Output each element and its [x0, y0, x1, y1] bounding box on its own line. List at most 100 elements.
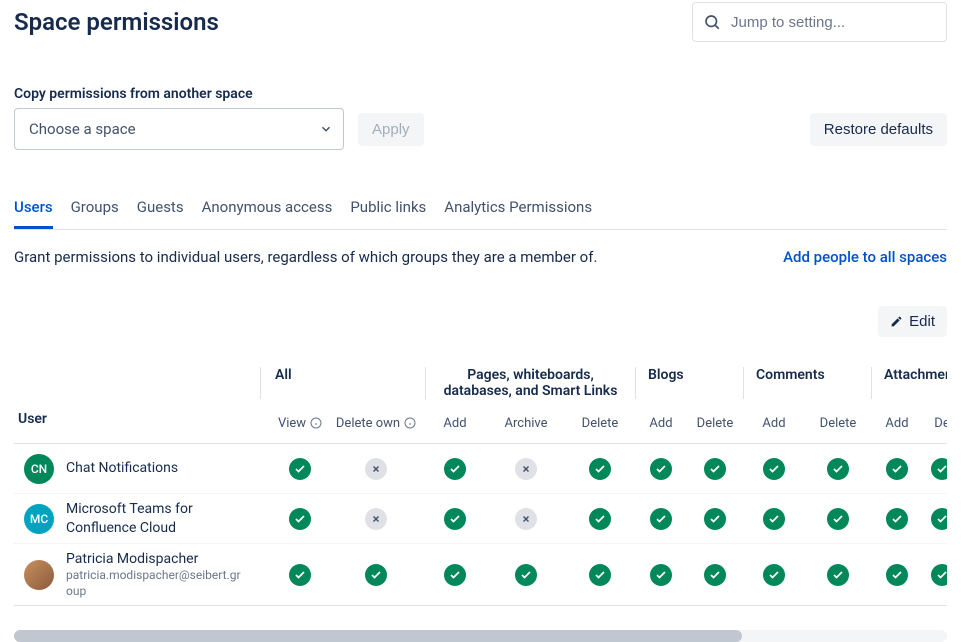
perm-cell [486, 564, 566, 586]
perm-cell [486, 508, 566, 530]
check-icon [827, 508, 849, 530]
subcol-comments-add: Add [742, 411, 806, 435]
add-people-link[interactable]: Add people to all spaces [783, 248, 947, 266]
perm-cell [328, 564, 424, 586]
perm-cell [688, 508, 742, 530]
perm-cell [742, 508, 806, 530]
check-icon [589, 508, 611, 530]
check-icon [886, 458, 908, 480]
search-box[interactable] [692, 2, 947, 42]
tab-public-links[interactable]: Public links [350, 198, 426, 229]
tab-guests[interactable]: Guests [137, 198, 184, 229]
check-icon [289, 564, 311, 586]
check-icon [589, 458, 611, 480]
check-icon [827, 564, 849, 586]
user-email: patricia.modispacher@seibert.group [66, 568, 246, 599]
page-title: Space permissions [14, 8, 219, 36]
section-description: Grant permissions to individual users, r… [14, 248, 597, 266]
check-icon [650, 564, 672, 586]
col-group-pages: Pages, whiteboards, databases, and Smart… [425, 367, 635, 399]
subcol-pages-delete: Delete [566, 411, 634, 435]
perm-cell [260, 458, 328, 480]
tabs: Users Groups Guests Anonymous access Pub… [14, 198, 947, 230]
table-row: MCMicrosoft Teams for Confluence Cloud [14, 494, 947, 544]
col-group-all: All [260, 367, 425, 399]
search-input[interactable] [731, 14, 936, 31]
perm-cell [328, 508, 424, 530]
perm-cell [688, 458, 742, 480]
avatar [24, 560, 54, 590]
edit-button-label: Edit [909, 313, 935, 330]
copy-field-label: Copy permissions from another space [14, 86, 947, 102]
horizontal-scrollbar[interactable] [14, 630, 947, 642]
perm-cell [634, 564, 688, 586]
check-icon [827, 458, 849, 480]
perm-cell [328, 458, 424, 480]
edit-button[interactable]: Edit [878, 306, 947, 337]
check-icon [289, 458, 311, 480]
perm-cell [424, 564, 486, 586]
tab-analytics[interactable]: Analytics Permissions [444, 198, 592, 229]
cross-icon [365, 458, 387, 480]
perm-cell [924, 458, 947, 480]
tab-users[interactable]: Users [14, 198, 53, 229]
user-name: Chat Notifications [66, 459, 246, 477]
user-cell: Patricia Modispacherpatricia.modispacher… [14, 550, 260, 599]
scrollbar-thumb[interactable] [14, 630, 742, 642]
check-icon [444, 508, 466, 530]
permissions-table: All Pages, whiteboards, databases, and S… [14, 367, 947, 606]
search-icon [703, 13, 721, 31]
info-icon [404, 417, 416, 429]
check-icon [931, 508, 947, 530]
check-icon [931, 564, 947, 586]
check-icon [886, 508, 908, 530]
table-row: CN Chat Notifications [14, 444, 947, 494]
check-icon [763, 508, 785, 530]
tab-groups[interactable]: Groups [71, 198, 119, 229]
subcol-attachments-add: Add [870, 411, 924, 435]
col-group-comments: Comments [743, 367, 871, 399]
subcol-view: View [260, 411, 328, 435]
perm-cell [924, 564, 947, 586]
check-icon [704, 508, 726, 530]
perm-cell [634, 458, 688, 480]
check-icon [763, 458, 785, 480]
check-icon [444, 564, 466, 586]
perm-cell [806, 508, 870, 530]
space-select[interactable]: Choose a space [14, 108, 344, 150]
perm-cell [688, 564, 742, 586]
perm-cell [742, 458, 806, 480]
perm-cell [634, 508, 688, 530]
check-icon [515, 564, 537, 586]
cross-icon [365, 508, 387, 530]
subcol-pages-archive: Archive [486, 411, 566, 435]
apply-button[interactable]: Apply [358, 113, 424, 146]
perm-cell [870, 508, 924, 530]
perm-cell [742, 564, 806, 586]
perm-cell [924, 508, 947, 530]
perm-cell [566, 458, 634, 480]
user-name: Microsoft Teams for Confluence Cloud [66, 500, 246, 536]
perm-cell [260, 508, 328, 530]
subcol-blogs-add: Add [634, 411, 688, 435]
subcol-attachments-delete: De [924, 411, 947, 435]
perm-cell [486, 458, 566, 480]
check-icon [931, 458, 947, 480]
check-icon [704, 458, 726, 480]
tab-anonymous[interactable]: Anonymous access [202, 198, 333, 229]
user-cell: MCMicrosoft Teams for Confluence Cloud [14, 500, 260, 536]
check-icon [650, 458, 672, 480]
col-group-blogs: Blogs [635, 367, 743, 399]
check-icon [886, 564, 908, 586]
check-icon [444, 458, 466, 480]
subcol-comments-delete: Delete [806, 411, 870, 435]
perm-cell [806, 458, 870, 480]
avatar: CN [24, 454, 54, 484]
perm-cell [260, 564, 328, 586]
restore-defaults-button[interactable]: Restore defaults [810, 113, 947, 146]
user-name: Patricia Modispacher [66, 550, 246, 568]
check-icon [650, 508, 672, 530]
space-select-placeholder: Choose a space [29, 120, 136, 138]
pencil-icon [890, 315, 903, 328]
table-row: Patricia Modispacherpatricia.modispacher… [14, 544, 947, 606]
